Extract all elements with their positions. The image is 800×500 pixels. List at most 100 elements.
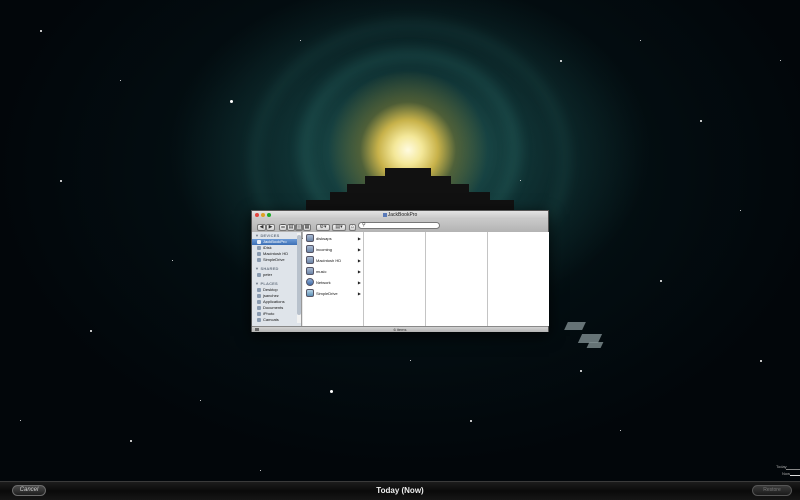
star — [580, 370, 582, 372]
timeline-now-label: Now — [782, 471, 791, 476]
star — [260, 470, 261, 471]
drive-icon — [306, 289, 314, 297]
home-icon — [257, 294, 261, 298]
sidebar-item-label: iPhoto — [263, 311, 275, 316]
sidebar-item-label: SimpleDrive — [263, 257, 285, 262]
chevron-right-icon: ▶ — [357, 269, 361, 274]
star — [620, 430, 621, 431]
status-bar: 6 items — [252, 326, 548, 332]
icon-view-button[interactable]: ☰ — [279, 224, 287, 231]
list-item-label: Network — [316, 280, 331, 285]
star — [560, 60, 562, 62]
network-icon — [306, 278, 314, 286]
list-item[interactable]: disksaps ▶ — [304, 233, 362, 244]
finder-window[interactable]: JackBookPro ◀ ▶ ☰ ▤ ▥ ▦ ⚙▾ ▤▾ ⌂ ⚲ ▼ DEVI… — [251, 210, 549, 332]
star — [20, 420, 21, 421]
floating-window-stack — [564, 322, 586, 330]
drive-icon — [306, 234, 314, 242]
pyramid-step — [330, 192, 490, 200]
chevron-right-icon: ▶ — [357, 258, 361, 263]
pyramid-step — [385, 168, 431, 176]
star — [640, 40, 641, 41]
restore-button[interactable]: Restore — [752, 485, 792, 496]
search-input[interactable]: ⚲ — [358, 222, 440, 229]
sidebar-item-label: Documents — [263, 305, 284, 310]
drive-icon — [257, 258, 261, 262]
arrange-menu-button[interactable]: ▤▾ — [332, 224, 346, 231]
sidebar-item-label: Macintosh HD — [263, 251, 289, 256]
star — [40, 30, 42, 32]
sidebar-header-places: ▼ PLACES — [255, 281, 278, 286]
star — [300, 40, 301, 41]
window-titlebar[interactable]: JackBookPro — [252, 211, 548, 219]
computer-icon — [257, 273, 261, 277]
sidebar-item-label: iDisk — [263, 245, 272, 250]
drive-icon — [382, 212, 387, 217]
browser-column[interactable] — [365, 232, 426, 326]
star — [740, 210, 741, 211]
chevron-right-icon: ▶ — [357, 247, 361, 252]
star — [90, 330, 92, 332]
window-title: JackBookPro — [252, 212, 548, 218]
lock-icon — [255, 328, 259, 331]
window-title-text: JackBookPro — [387, 212, 418, 218]
list-view-button[interactable]: ▤ — [287, 224, 295, 231]
list-item[interactable]: Network ▶ — [304, 277, 362, 288]
laptop-icon — [257, 240, 261, 244]
applications-icon — [257, 300, 261, 304]
floating-window-stack — [586, 342, 604, 348]
list-item[interactable]: SimpleDrive ▶ — [304, 288, 362, 299]
forward-button[interactable]: ▶ — [266, 224, 275, 231]
column-view-button[interactable]: ▥ — [295, 224, 303, 231]
folder-icon — [257, 306, 261, 310]
star — [660, 280, 662, 282]
list-item[interactable]: incoming ▶ — [304, 244, 362, 255]
time-machine-bar: Cancel Today (Now) Restore — [0, 481, 800, 500]
chevron-right-icon: ▶ — [357, 280, 361, 285]
browser-column[interactable] — [489, 232, 549, 326]
sidebar-item-peter[interactable]: peter — [256, 272, 300, 278]
sidebar-item-label: Camcats — [263, 317, 279, 322]
list-item-label: incoming — [316, 247, 333, 252]
star — [60, 180, 62, 182]
timeline-tick[interactable] — [786, 469, 800, 470]
finder-sidebar: ▼ DEVICES JackBookPro iDisk Macintosh HD… — [252, 232, 302, 328]
sidebar-header-devices: ▼ DEVICES — [255, 233, 280, 238]
back-button[interactable]: ◀ — [257, 224, 266, 231]
browser-column[interactable]: disksaps ▶ incoming ▶ Macintosh HD ▶ music ▶… — [303, 232, 364, 326]
chevron-right-icon: ▶ — [357, 236, 361, 241]
star — [120, 80, 121, 81]
pyramid-step — [306, 200, 514, 210]
list-item[interactable]: music ▶ — [304, 266, 362, 277]
pyramid-step — [365, 176, 451, 184]
action-menu-button[interactable]: ⚙▾ — [316, 224, 330, 231]
browser-column[interactable] — [427, 232, 488, 326]
status-text: 6 items — [393, 327, 407, 332]
folder-icon — [257, 318, 261, 322]
timeline-tick[interactable] — [790, 475, 800, 476]
drive-icon — [306, 245, 314, 253]
folder-icon — [257, 312, 261, 316]
drive-icon — [306, 256, 314, 264]
star — [130, 440, 132, 442]
snapshot-date-title: Today (Now) — [376, 486, 424, 495]
star — [410, 360, 411, 361]
scrollbar-thumb[interactable] — [297, 235, 301, 315]
sidebar-item-label: peter — [263, 272, 273, 277]
drive-icon — [257, 252, 261, 256]
star — [700, 120, 702, 122]
star — [230, 100, 233, 103]
idisk-icon — [257, 246, 261, 250]
coverflow-view-button[interactable]: ▦ — [303, 224, 311, 231]
sidebar-item-label: jsanchez — [263, 293, 279, 298]
sidebar-item-label: Applications — [263, 299, 285, 304]
list-item[interactable]: Macintosh HD ▶ — [304, 255, 362, 266]
column-browser: disksaps ▶ incoming ▶ Macintosh HD ▶ music ▶… — [303, 232, 549, 326]
sidebar-item-label: JackBookPro — [263, 239, 287, 244]
sidebar-item-simpledrive[interactable]: SimpleDrive — [256, 257, 300, 263]
sidebar-item-camcats[interactable]: Camcats — [256, 317, 300, 323]
sidebar-scrollbar[interactable] — [297, 233, 301, 323]
star — [330, 390, 333, 393]
star — [780, 60, 781, 61]
path-button[interactable]: ⌂ — [349, 224, 356, 231]
